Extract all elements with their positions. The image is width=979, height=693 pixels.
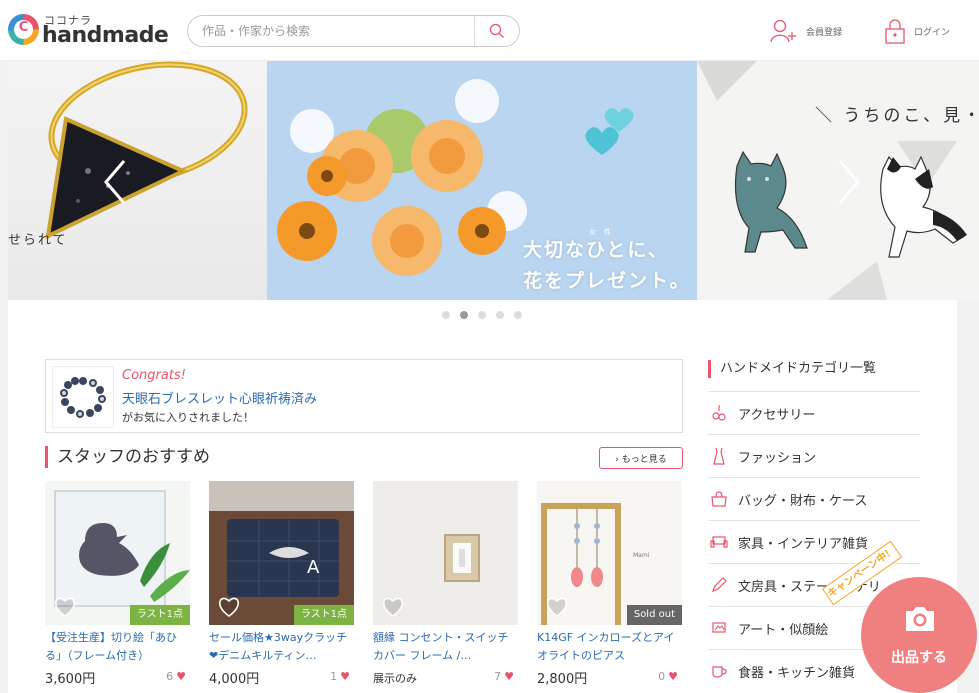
notice-item-link[interactable]: 天眼石ブレスレット心眼祈祷済み (122, 388, 317, 407)
login-link[interactable]: ログイン (884, 16, 950, 46)
sell-button-label: 出品する (891, 650, 947, 666)
carousel-dot[interactable] (514, 311, 522, 319)
favorite-notification: Congrats! 天眼石ブレスレット心眼祈祷済み がお気に入りされました！ (45, 359, 683, 433)
easel-icon (710, 619, 728, 637)
bracelet-thumbnail[interactable] (52, 366, 114, 428)
dress-icon (710, 447, 728, 465)
carousel-dot-active[interactable] (460, 311, 468, 319)
sofa-icon (710, 533, 728, 551)
add-user-icon (770, 19, 796, 43)
favorite-button[interactable] (545, 596, 569, 618)
category-item-bags[interactable]: バッグ・財布・ケース (708, 478, 920, 520)
search-button[interactable] (475, 16, 519, 46)
hero-carousel: せられて 女性 大切なひとに、 花をプレゼント。 ＼ うちのこ、見・ (0, 61, 979, 300)
heart-icon: ♥ (340, 670, 350, 683)
category-item-accessories[interactable]: アクセサリー (708, 392, 920, 434)
product-card[interactable]: Mami Sold out K14GF インカローズとアイオライトのピアス 2,… (537, 481, 682, 693)
staff-picks-title: スタッフのおすすめ (45, 446, 210, 468)
earring-icon (710, 404, 728, 422)
category-label: ファッション (738, 450, 817, 466)
ring-photo (45, 61, 248, 240)
hero-slide-ring[interactable]: せられて (8, 61, 267, 300)
product-price: 3,600円 (45, 672, 96, 687)
heart-outline-icon (219, 597, 239, 617)
svg-text:Mami: Mami (633, 552, 650, 559)
chevron-left-icon (104, 160, 126, 204)
favorite-count: 7 ♥ (494, 670, 514, 683)
favorite-count-value: 1 (330, 670, 338, 683)
favorite-button[interactable] (53, 596, 77, 618)
category-list-title: ハンドメイドカテゴリ一覧 (708, 360, 876, 378)
coconala-logo-mark-icon: C (8, 14, 39, 45)
carousel-dots (0, 300, 979, 330)
category-label: バッグ・財布・ケース (738, 493, 868, 509)
product-card[interactable]: A ラスト1点 セール価格★3wayクラッチ❤︎デニムキルティン… 4,000円… (209, 481, 354, 693)
favorite-count: 6 ♥ (166, 670, 186, 683)
see-more-button[interactable]: › もっと見る (599, 447, 683, 469)
product-title[interactable]: 額縁 コンセント・スイッチカバー フレーム /… (373, 629, 518, 665)
carousel-prev-button[interactable] (100, 157, 130, 207)
product-card[interactable]: ラスト1点 【受注生産】切り絵「あひる」（フレーム付き） 3,600円 6 ♥ (45, 481, 190, 693)
hero-slide-flowers[interactable]: 女性 大切なひとに、 花をプレゼント。 (267, 61, 697, 300)
category-label: アクセサリー (738, 407, 816, 423)
favorite-count-value: 0 (658, 670, 666, 683)
notice-headline: Congrats! (122, 368, 186, 383)
product-card[interactable]: 額縁 コンセント・スイッチカバー フレーム /… 展示のみ 7 ♥ (373, 481, 518, 693)
carousel-next-button[interactable] (834, 157, 864, 207)
category-label: アート・似顔絵 (738, 622, 829, 638)
product-title[interactable]: K14GF インカローズとアイオライトのピアス (537, 629, 682, 665)
heart-icon: ♥ (176, 670, 186, 683)
camera-icon (906, 607, 934, 631)
site-logo[interactable]: C ココナラ handmade (8, 12, 169, 50)
search-icon (489, 23, 504, 38)
register-label: 会員登録 (806, 27, 843, 38)
favorite-count: 1 ♥ (330, 670, 350, 683)
pen-icon (710, 576, 728, 594)
bag-icon (710, 490, 728, 508)
category-label: 食器・キッチン雑貨 (738, 665, 856, 681)
last-one-badge: ラスト1点 (293, 605, 354, 625)
hero-cats-text: ＼ うちのこ、見・ (815, 106, 979, 126)
cup-icon (710, 662, 728, 680)
logo-word: handmade (42, 23, 169, 48)
product-price: 4,000円 (209, 672, 260, 687)
heart-outline-icon (383, 597, 403, 617)
search-bar (187, 15, 520, 47)
category-item-fashion[interactable]: ファッション (708, 435, 920, 477)
favorite-count-value: 7 (494, 670, 502, 683)
hero-ring-text: せられて (8, 233, 68, 248)
lock-icon (885, 19, 905, 44)
product-title[interactable]: 【受注生産】切り絵「あひる」（フレーム付き） (45, 629, 190, 665)
login-label: ログイン (914, 27, 951, 38)
carousel-dot[interactable] (442, 311, 450, 319)
sell-item-button[interactable]: 出品する (861, 577, 977, 693)
site-header: C ココナラ handmade 会員登録 ログイン (0, 0, 979, 61)
search-input[interactable] (202, 21, 462, 41)
chevron-right-icon (838, 160, 860, 204)
favorite-button[interactable] (381, 596, 405, 618)
product-title[interactable]: セール価格★3wayクラッチ❤︎デニムキルティン… (209, 629, 354, 665)
heart-outline-icon (547, 597, 567, 617)
register-link[interactable]: 会員登録 (770, 16, 842, 46)
last-one-badge: ラスト1点 (129, 605, 190, 625)
category-label: 家具・インテリア雑貨 (738, 536, 869, 552)
heart-outline-icon (55, 597, 75, 617)
carousel-dot[interactable] (496, 311, 504, 319)
sold-out-badge: Sold out (626, 605, 682, 625)
carousel-dot[interactable] (478, 311, 486, 319)
favorite-count: 0 ♥ (658, 670, 678, 683)
product-price: 展示のみ (373, 672, 417, 685)
favorite-count-value: 6 (166, 670, 174, 683)
heart-icon: ♥ (668, 670, 678, 683)
notice-message: がお気に入りされました！ (122, 411, 254, 424)
heart-icon: ♥ (504, 670, 514, 683)
svg-text:A: A (307, 557, 320, 578)
hero-caption-line1: 大切なひとに、 (523, 239, 669, 261)
bracelet-image (60, 377, 106, 418)
hero-caption-line2: 花をプレゼント。 (523, 270, 691, 292)
favorite-button[interactable] (217, 596, 241, 618)
product-price: 2,800円 (537, 672, 588, 687)
